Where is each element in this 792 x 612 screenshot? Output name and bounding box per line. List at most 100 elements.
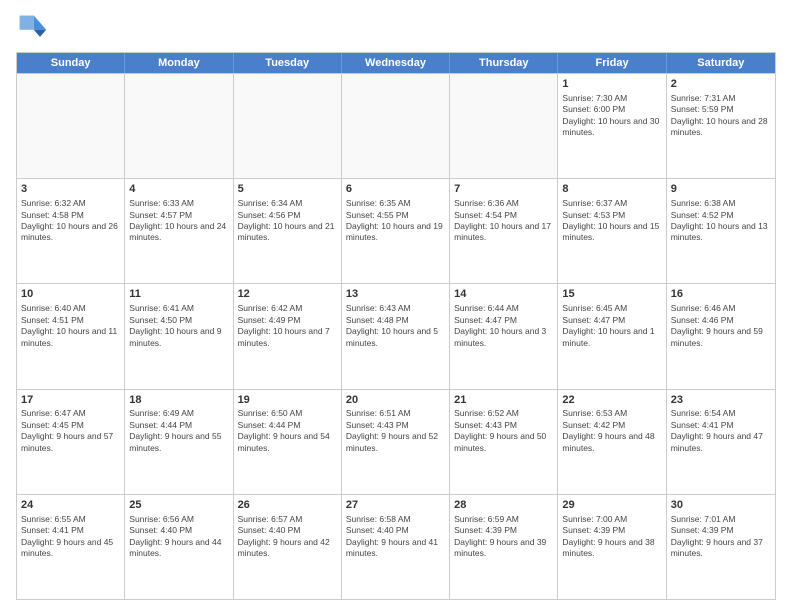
cal-cell: 2Sunrise: 7:31 AMSunset: 5:59 PMDaylight… xyxy=(667,74,775,178)
day-info: Sunrise: 6:43 AMSunset: 4:48 PMDaylight:… xyxy=(346,303,445,349)
day-info: Sunrise: 6:55 AMSunset: 4:41 PMDaylight:… xyxy=(21,514,120,560)
day-number: 14 xyxy=(454,287,553,302)
day-info: Sunrise: 6:33 AMSunset: 4:57 PMDaylight:… xyxy=(129,198,228,244)
day-number: 7 xyxy=(454,182,553,197)
day-info: Sunrise: 6:45 AMSunset: 4:47 PMDaylight:… xyxy=(562,303,661,349)
day-number: 5 xyxy=(238,182,337,197)
day-info: Sunrise: 6:46 AMSunset: 4:46 PMDaylight:… xyxy=(671,303,771,349)
cal-cell: 17Sunrise: 6:47 AMSunset: 4:45 PMDayligh… xyxy=(17,390,125,494)
day-number: 4 xyxy=(129,182,228,197)
cal-cell: 7Sunrise: 6:36 AMSunset: 4:54 PMDaylight… xyxy=(450,179,558,283)
day-number: 28 xyxy=(454,498,553,513)
week-row-0: 1Sunrise: 7:30 AMSunset: 6:00 PMDaylight… xyxy=(17,73,775,178)
day-info: Sunrise: 6:34 AMSunset: 4:56 PMDaylight:… xyxy=(238,198,337,244)
day-header-wednesday: Wednesday xyxy=(342,53,450,73)
day-number: 13 xyxy=(346,287,445,302)
cal-cell: 9Sunrise: 6:38 AMSunset: 4:52 PMDaylight… xyxy=(667,179,775,283)
day-info: Sunrise: 6:35 AMSunset: 4:55 PMDaylight:… xyxy=(346,198,445,244)
day-info: Sunrise: 6:41 AMSunset: 4:50 PMDaylight:… xyxy=(129,303,228,349)
week-row-2: 10Sunrise: 6:40 AMSunset: 4:51 PMDayligh… xyxy=(17,283,775,388)
day-number: 2 xyxy=(671,77,771,92)
day-number: 22 xyxy=(562,393,661,408)
cal-cell: 5Sunrise: 6:34 AMSunset: 4:56 PMDaylight… xyxy=(234,179,342,283)
day-info: Sunrise: 6:52 AMSunset: 4:43 PMDaylight:… xyxy=(454,408,553,454)
day-info: Sunrise: 7:01 AMSunset: 4:39 PMDaylight:… xyxy=(671,514,771,560)
day-info: Sunrise: 6:47 AMSunset: 4:45 PMDaylight:… xyxy=(21,408,120,454)
day-info: Sunrise: 6:56 AMSunset: 4:40 PMDaylight:… xyxy=(129,514,228,560)
day-number: 26 xyxy=(238,498,337,513)
calendar-body: 1Sunrise: 7:30 AMSunset: 6:00 PMDaylight… xyxy=(17,73,775,599)
cal-cell: 21Sunrise: 6:52 AMSunset: 4:43 PMDayligh… xyxy=(450,390,558,494)
day-info: Sunrise: 6:58 AMSunset: 4:40 PMDaylight:… xyxy=(346,514,445,560)
day-info: Sunrise: 6:40 AMSunset: 4:51 PMDaylight:… xyxy=(21,303,120,349)
day-number: 27 xyxy=(346,498,445,513)
day-header-monday: Monday xyxy=(125,53,233,73)
day-info: Sunrise: 6:51 AMSunset: 4:43 PMDaylight:… xyxy=(346,408,445,454)
cal-cell: 4Sunrise: 6:33 AMSunset: 4:57 PMDaylight… xyxy=(125,179,233,283)
cal-cell: 18Sunrise: 6:49 AMSunset: 4:44 PMDayligh… xyxy=(125,390,233,494)
calendar-header: SundayMondayTuesdayWednesdayThursdayFrid… xyxy=(17,53,775,73)
cal-cell: 28Sunrise: 6:59 AMSunset: 4:39 PMDayligh… xyxy=(450,495,558,599)
day-header-saturday: Saturday xyxy=(667,53,775,73)
day-number: 9 xyxy=(671,182,771,197)
cal-cell: 16Sunrise: 6:46 AMSunset: 4:46 PMDayligh… xyxy=(667,284,775,388)
day-info: Sunrise: 6:36 AMSunset: 4:54 PMDaylight:… xyxy=(454,198,553,244)
page: SundayMondayTuesdayWednesdayThursdayFrid… xyxy=(0,0,792,612)
day-info: Sunrise: 6:54 AMSunset: 4:41 PMDaylight:… xyxy=(671,408,771,454)
day-header-friday: Friday xyxy=(558,53,666,73)
cal-cell: 14Sunrise: 6:44 AMSunset: 4:47 PMDayligh… xyxy=(450,284,558,388)
day-info: Sunrise: 6:32 AMSunset: 4:58 PMDaylight:… xyxy=(21,198,120,244)
cal-cell: 23Sunrise: 6:54 AMSunset: 4:41 PMDayligh… xyxy=(667,390,775,494)
day-header-tuesday: Tuesday xyxy=(234,53,342,73)
logo-icon xyxy=(16,12,48,44)
header xyxy=(16,12,776,44)
day-number: 3 xyxy=(21,182,120,197)
day-number: 30 xyxy=(671,498,771,513)
cal-cell xyxy=(17,74,125,178)
cal-cell: 26Sunrise: 6:57 AMSunset: 4:40 PMDayligh… xyxy=(234,495,342,599)
day-info: Sunrise: 6:53 AMSunset: 4:42 PMDaylight:… xyxy=(562,408,661,454)
cal-cell: 22Sunrise: 6:53 AMSunset: 4:42 PMDayligh… xyxy=(558,390,666,494)
cal-cell: 12Sunrise: 6:42 AMSunset: 4:49 PMDayligh… xyxy=(234,284,342,388)
day-number: 6 xyxy=(346,182,445,197)
cal-cell: 25Sunrise: 6:56 AMSunset: 4:40 PMDayligh… xyxy=(125,495,233,599)
day-number: 8 xyxy=(562,182,661,197)
cal-cell: 11Sunrise: 6:41 AMSunset: 4:50 PMDayligh… xyxy=(125,284,233,388)
day-number: 18 xyxy=(129,393,228,408)
day-info: Sunrise: 6:49 AMSunset: 4:44 PMDaylight:… xyxy=(129,408,228,454)
cal-cell: 19Sunrise: 6:50 AMSunset: 4:44 PMDayligh… xyxy=(234,390,342,494)
cal-cell: 8Sunrise: 6:37 AMSunset: 4:53 PMDaylight… xyxy=(558,179,666,283)
day-number: 1 xyxy=(562,77,661,92)
day-info: Sunrise: 6:42 AMSunset: 4:49 PMDaylight:… xyxy=(238,303,337,349)
day-number: 23 xyxy=(671,393,771,408)
day-info: Sunrise: 6:44 AMSunset: 4:47 PMDaylight:… xyxy=(454,303,553,349)
day-info: Sunrise: 6:38 AMSunset: 4:52 PMDaylight:… xyxy=(671,198,771,244)
week-row-1: 3Sunrise: 6:32 AMSunset: 4:58 PMDaylight… xyxy=(17,178,775,283)
day-number: 17 xyxy=(21,393,120,408)
day-number: 11 xyxy=(129,287,228,302)
day-info: Sunrise: 6:57 AMSunset: 4:40 PMDaylight:… xyxy=(238,514,337,560)
day-number: 25 xyxy=(129,498,228,513)
day-number: 29 xyxy=(562,498,661,513)
cal-cell xyxy=(450,74,558,178)
day-info: Sunrise: 7:31 AMSunset: 5:59 PMDaylight:… xyxy=(671,93,771,139)
day-header-sunday: Sunday xyxy=(17,53,125,73)
day-info: Sunrise: 7:30 AMSunset: 6:00 PMDaylight:… xyxy=(562,93,661,139)
cal-cell: 10Sunrise: 6:40 AMSunset: 4:51 PMDayligh… xyxy=(17,284,125,388)
cal-cell: 6Sunrise: 6:35 AMSunset: 4:55 PMDaylight… xyxy=(342,179,450,283)
calendar: SundayMondayTuesdayWednesdayThursdayFrid… xyxy=(16,52,776,600)
day-number: 10 xyxy=(21,287,120,302)
day-number: 20 xyxy=(346,393,445,408)
day-info: Sunrise: 7:00 AMSunset: 4:39 PMDaylight:… xyxy=(562,514,661,560)
day-number: 15 xyxy=(562,287,661,302)
cal-cell: 15Sunrise: 6:45 AMSunset: 4:47 PMDayligh… xyxy=(558,284,666,388)
cal-cell: 1Sunrise: 7:30 AMSunset: 6:00 PMDaylight… xyxy=(558,74,666,178)
day-number: 24 xyxy=(21,498,120,513)
cal-cell: 20Sunrise: 6:51 AMSunset: 4:43 PMDayligh… xyxy=(342,390,450,494)
week-row-4: 24Sunrise: 6:55 AMSunset: 4:41 PMDayligh… xyxy=(17,494,775,599)
week-row-3: 17Sunrise: 6:47 AMSunset: 4:45 PMDayligh… xyxy=(17,389,775,494)
logo xyxy=(16,12,52,44)
cal-cell: 30Sunrise: 7:01 AMSunset: 4:39 PMDayligh… xyxy=(667,495,775,599)
day-info: Sunrise: 6:50 AMSunset: 4:44 PMDaylight:… xyxy=(238,408,337,454)
day-number: 16 xyxy=(671,287,771,302)
